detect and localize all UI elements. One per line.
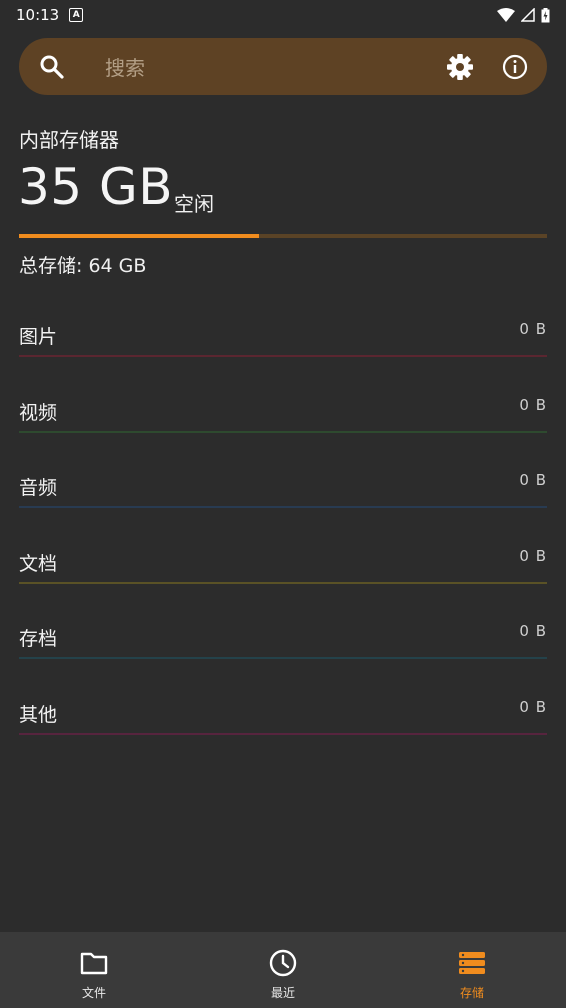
- category-size: 0 B: [519, 396, 547, 414]
- category-label: 文档: [19, 553, 58, 575]
- clock-icon: [269, 949, 297, 977]
- category-divider: [19, 582, 547, 584]
- bottom-nav: 文件 最近 存储: [0, 932, 566, 1008]
- search-icon[interactable]: [39, 54, 65, 80]
- notification-icon: A: [69, 8, 84, 22]
- nav-label: 存储: [459, 986, 484, 1000]
- status-bar: 10:13 A: [0, 0, 566, 30]
- free-space-amount: 35 GB: [18, 158, 174, 216]
- status-time: 10:13: [16, 6, 60, 24]
- nav-label: 文件: [81, 986, 106, 1000]
- storage-title: 内部存储器: [19, 128, 119, 152]
- category-images[interactable]: 图片 0 B: [19, 320, 547, 362]
- category-size: 0 B: [519, 547, 547, 565]
- category-videos[interactable]: 视频 0 B: [19, 396, 547, 438]
- category-label: 存档: [19, 628, 58, 650]
- info-icon[interactable]: [500, 52, 530, 82]
- battery-icon: [541, 7, 550, 22]
- category-divider: [19, 506, 547, 508]
- category-divider: [19, 355, 547, 357]
- search-bar[interactable]: [19, 38, 547, 95]
- free-space-label: 空闲: [174, 192, 214, 216]
- category-label: 其他: [19, 704, 58, 726]
- storage-icon: [459, 952, 485, 974]
- category-size: 0 B: [519, 622, 547, 640]
- gear-icon[interactable]: [445, 52, 475, 82]
- search-input[interactable]: [103, 52, 427, 84]
- nav-storage[interactable]: 存储: [412, 932, 532, 1008]
- category-size: 0 B: [519, 698, 547, 716]
- nav-label: 最近: [270, 986, 295, 1000]
- category-size: 0 B: [519, 320, 547, 338]
- signal-icon: [521, 8, 535, 22]
- category-divider: [19, 657, 547, 659]
- nav-recent[interactable]: 最近: [223, 932, 343, 1008]
- category-label: 音频: [19, 477, 58, 499]
- category-label: 图片: [19, 326, 58, 348]
- storage-usage-bar: [19, 234, 547, 238]
- category-documents[interactable]: 文档 0 B: [19, 547, 547, 589]
- total-storage: 总存储: 64 GB: [19, 255, 147, 277]
- category-divider: [19, 431, 547, 433]
- category-divider: [19, 733, 547, 735]
- nav-files[interactable]: 文件: [34, 932, 154, 1008]
- storage-usage-fill: [19, 234, 260, 238]
- category-archives[interactable]: 存档 0 B: [19, 622, 547, 664]
- wifi-icon: [497, 8, 515, 22]
- category-label: 视频: [19, 402, 58, 424]
- category-audio[interactable]: 音频 0 B: [19, 471, 547, 513]
- category-size: 0 B: [519, 471, 547, 489]
- folder-icon: [80, 952, 108, 975]
- category-other[interactable]: 其他 0 B: [19, 698, 547, 740]
